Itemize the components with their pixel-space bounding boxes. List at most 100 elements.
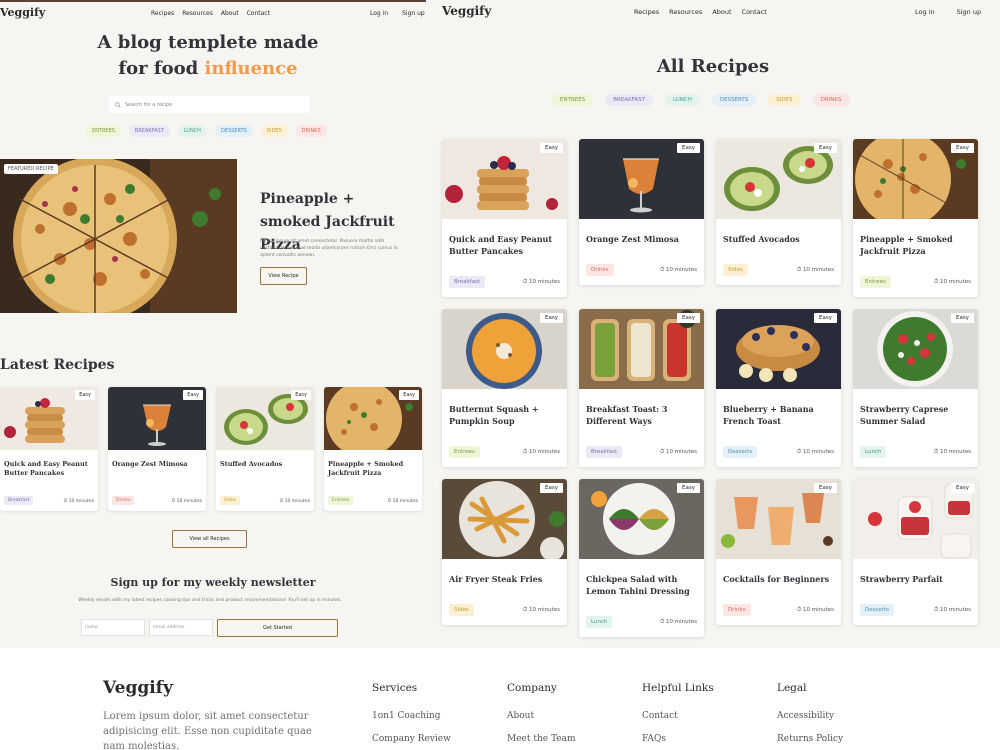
recipe-card[interactable]: Easy Quick and Easy Peanut Butter Pancak…	[442, 139, 567, 297]
latest-recipes-heading: Latest Recipes	[0, 357, 115, 373]
recipe-card[interactable]: Easy Strawberry Caprese Summer Salad Lun…	[853, 309, 978, 467]
category-badge[interactable]: Entrees	[449, 446, 480, 458]
category-badge[interactable]: Desserts	[860, 604, 895, 616]
nav-recipes[interactable]: Recipes	[151, 10, 174, 17]
footer-link[interactable]: Company Review	[372, 734, 451, 744]
tag-breakfast[interactable]: BREAKFAST	[128, 125, 170, 137]
footer-link[interactable]: Returns Policy	[777, 734, 843, 744]
cook-time-value: 10 minutes	[176, 498, 202, 504]
recipe-title: Blueberry + Banana French Toast	[723, 404, 814, 426]
tag-entrees[interactable]: ENTREES	[86, 125, 121, 137]
category-badge[interactable]: Entrees	[860, 276, 891, 288]
recipe-card[interactable]: Easy Orange Zest Mimosa Drinks ⏱ 10 minu…	[108, 387, 206, 511]
auth-links: Log in Sign up	[370, 10, 425, 17]
footer-link[interactable]: About	[507, 711, 575, 721]
difficulty-badge: Easy	[951, 483, 974, 493]
recipe-card[interactable]: Easy Pineapple + Smoked Jackfruit Pizza …	[853, 139, 978, 297]
login-link[interactable]: Log in	[370, 10, 388, 17]
cook-time: ⏱ 10 minutes	[797, 607, 834, 614]
footer-link[interactable]: Contact	[642, 711, 714, 721]
category-badge[interactable]: Desserts	[723, 446, 758, 458]
footer-link[interactable]: FAQs	[642, 734, 714, 744]
cook-time: ⏱ 10 minutes	[523, 449, 560, 456]
nav-recipes[interactable]: Recipes	[634, 8, 659, 16]
tag-desserts[interactable]: DESSERTS	[711, 94, 757, 106]
footer-logo[interactable]: Veggify	[103, 678, 173, 698]
cook-time-value: 10 minutes	[665, 618, 697, 625]
category-badge[interactable]: Breakfast	[449, 276, 486, 288]
recipe-title: Air Fryer Steak Fries	[449, 574, 543, 584]
tag-sides[interactable]: SIDES	[260, 125, 288, 137]
footer-link[interactable]: Meet the Team	[507, 734, 575, 744]
nav-contact[interactable]: Contact	[247, 10, 270, 17]
recipe-meta: Breakfast ⏱ 10 minutes	[586, 446, 697, 458]
category-badge[interactable]: Entrees	[328, 496, 354, 505]
category-badge[interactable]: Drinks	[112, 496, 135, 505]
login-link[interactable]: Log in	[915, 8, 935, 16]
recipe-card[interactable]: Easy Butternut Squash + Pumpkin Soup Ent…	[442, 309, 567, 467]
recipe-meta: Breakfast ⏱ 10 minutes	[449, 276, 560, 288]
nav-resources[interactable]: Resources	[669, 8, 702, 16]
signup-link[interactable]: Sign up	[957, 8, 982, 16]
tag-lunch[interactable]: LUNCH	[664, 94, 700, 106]
recipe-meta: Drinks ⏱ 10 minutes	[112, 496, 202, 505]
tag-sides[interactable]: SIDES	[768, 94, 801, 106]
recipe-card[interactable]: Easy Chickpea Salad with Lemon Tahini Dr…	[579, 479, 704, 637]
recipe-card[interactable]: Easy Air Fryer Steak Fries Sides ⏱ 10 mi…	[442, 479, 567, 625]
recipe-card[interactable]: Easy Pineapple + Smoked Jackfruit Pizza …	[324, 387, 422, 511]
view-recipe-button[interactable]: View Recipe	[260, 267, 307, 285]
signup-link[interactable]: Sign up	[402, 10, 425, 17]
recipe-meta: Entrees ⏱ 10 minutes	[449, 446, 560, 458]
homepage-preview: Veggify Recipes Resources About Contact …	[0, 0, 426, 648]
nav-about[interactable]: About	[221, 10, 239, 17]
recipe-meta: Sides ⏱ 10 minutes	[220, 496, 310, 505]
recipe-card[interactable]: Easy Breakfast Toast: 3 Different Ways B…	[579, 309, 704, 467]
footer-link[interactable]: 1on1 Coaching	[372, 711, 451, 721]
get-started-button[interactable]: Get Started	[217, 619, 338, 637]
recipe-meta: Breakfast ⏱ 10 minutes	[4, 496, 94, 505]
recipe-card[interactable]: Easy Strawberry Parfait Desserts ⏱ 10 mi…	[853, 479, 978, 625]
recipe-card[interactable]: Easy Quick and Easy Peanut Butter Pancak…	[0, 387, 98, 511]
cook-time: ⏱ 10 minutes	[172, 498, 202, 504]
recipe-card[interactable]: Easy Cocktails for Beginners Drinks ⏱ 10…	[716, 479, 841, 625]
category-badge[interactable]: Sides	[220, 496, 241, 505]
cook-time-value: 10 minutes	[939, 606, 971, 613]
recipe-card[interactable]: Easy Stuffed Avocados Sides ⏱ 10 minutes	[216, 387, 314, 511]
logo[interactable]: Veggify	[0, 6, 45, 19]
featured-recipe-image[interactable]	[0, 159, 237, 313]
tag-drinks[interactable]: DRINKS	[295, 125, 327, 137]
category-badge[interactable]: Sides	[723, 264, 748, 276]
category-badge[interactable]: Drinks	[723, 604, 751, 616]
tag-lunch[interactable]: LUNCH	[177, 125, 207, 137]
email-field[interactable]: email address	[149, 619, 213, 636]
category-badge[interactable]: Lunch	[586, 616, 613, 628]
cook-time-value: 10 minutes	[802, 606, 834, 613]
recipe-title: Cocktails for Beginners	[723, 574, 830, 584]
category-badge[interactable]: Lunch	[860, 446, 887, 458]
cook-time-value: 10 minutes	[392, 498, 418, 504]
search-icon	[115, 101, 121, 108]
recipe-card[interactable]: Easy Stuffed Avocados Sides ⏱ 10 minutes	[716, 139, 841, 285]
footer-link[interactable]: Accessibility	[777, 711, 843, 721]
nav-resources[interactable]: Resources	[182, 10, 213, 17]
nav-contact[interactable]: Contact	[742, 8, 767, 16]
difficulty-badge: Easy	[540, 313, 563, 323]
tag-desserts[interactable]: DESSERTS	[214, 125, 253, 137]
category-badge[interactable]: Sides	[449, 604, 474, 616]
name-field[interactable]: name	[81, 619, 145, 636]
tag-drinks[interactable]: DRINKS	[812, 94, 850, 106]
recipe-card[interactable]: Easy Orange Zest Mimosa Drinks ⏱ 10 minu…	[579, 139, 704, 285]
cook-time-value: 10 minutes	[284, 498, 310, 504]
category-badge[interactable]: Breakfast	[4, 496, 34, 505]
tag-breakfast[interactable]: BREAKFAST	[605, 94, 653, 106]
view-all-recipes-button[interactable]: View all Recipes	[172, 530, 247, 548]
search-input[interactable]: Search for a recipe	[109, 96, 310, 113]
category-badge[interactable]: Breakfast	[586, 446, 623, 458]
nav-about[interactable]: About	[712, 8, 731, 16]
recipe-title: Chickpea Salad with Lemon Tahini Dressin…	[586, 574, 690, 596]
footer-column-title: Helpful Links	[642, 682, 714, 694]
category-badge[interactable]: Drinks	[586, 264, 614, 276]
recipe-card[interactable]: Easy Blueberry + Banana French Toast Des…	[716, 309, 841, 467]
tag-entrees[interactable]: ENTREES	[552, 94, 594, 106]
logo[interactable]: Veggify	[442, 4, 491, 18]
